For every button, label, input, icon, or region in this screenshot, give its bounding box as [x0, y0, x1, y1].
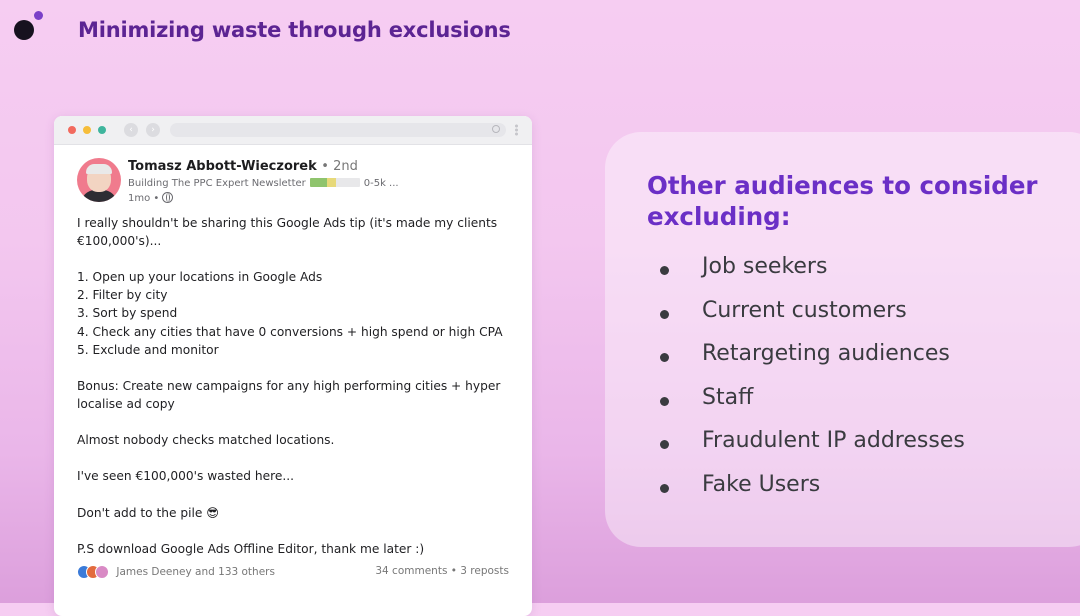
- author-name[interactable]: Tomasz Abbott-Wieczorek: [128, 159, 317, 174]
- browser-toolbar: ‹ ›: [54, 116, 532, 145]
- list-item: Fraudulent IP addresses: [657, 428, 965, 472]
- list-item: Retargeting audiences: [657, 341, 965, 385]
- post-line: €100,000's)...: [77, 234, 162, 249]
- post-body: I really shouldn't be sharing this Googl…: [77, 214, 517, 558]
- exclusions-panel: Other audiences to consider excluding: J…: [605, 132, 1080, 547]
- post-line: 1. Open up your locations in Google Ads: [77, 270, 323, 285]
- list-item: Job seekers: [657, 254, 965, 298]
- slide-title: Minimizing waste through exclusions: [78, 18, 511, 42]
- list-item-label: Retargeting audiences: [702, 341, 950, 367]
- close-window-button[interactable]: [68, 126, 76, 134]
- maximize-window-button[interactable]: [98, 126, 106, 134]
- comments-reposts[interactable]: 34 comments • 3 reposts: [375, 565, 509, 577]
- post-line: Almost nobody checks matched locations.: [77, 433, 335, 448]
- post-line: Bonus: Create new campaigns for any high…: [77, 378, 501, 393]
- connection-degree: • 2nd: [321, 159, 358, 174]
- social-counts: James Deeney and 133 others 34 comments …: [77, 565, 509, 579]
- list-item: Staff: [657, 385, 965, 429]
- headline-text: Building The PPC Expert Newsletter: [128, 178, 306, 189]
- browser-window: ‹ › Tomasz Abbott-Wieczorek • 2nd Buildi…: [54, 116, 532, 616]
- exclusion-list: Job seekers Current customers Retargeting …: [657, 254, 965, 516]
- post-line: I really shouldn't be sharing this Googl…: [77, 216, 498, 230]
- address-bar[interactable]: [170, 123, 506, 137]
- bullet-icon: [660, 396, 669, 406]
- list-item-label: Fake Users: [702, 471, 821, 497]
- minimize-window-button[interactable]: [83, 126, 91, 134]
- post-line: I've seen €100,000's wasted here...: [77, 469, 294, 484]
- headline-followers: 0-5k ...: [363, 178, 399, 189]
- post-meta: 1mo •: [128, 192, 174, 204]
- author-headline: Building The PPC Expert Newsletter 0-5k .…: [128, 178, 399, 189]
- post-line: 2. Filter by city: [77, 288, 168, 303]
- post-line: localise ad copy: [77, 396, 175, 411]
- globe-icon: [162, 192, 174, 203]
- search-icon: [492, 125, 500, 133]
- bullet-icon: [660, 440, 669, 450]
- list-item-label: Fraudulent IP addresses: [702, 428, 965, 454]
- bullet-icon: [660, 353, 669, 363]
- post-line: 3. Sort by spend: [77, 306, 178, 321]
- reactions-icon[interactable]: [77, 565, 113, 579]
- redacted-bar: [309, 178, 360, 187]
- post-time: 1mo •: [128, 193, 160, 204]
- post-line: Don't add to the pile 😎: [77, 505, 219, 520]
- back-arrow-icon[interactable]: ‹: [124, 123, 138, 137]
- bullet-icon: [660, 483, 669, 493]
- bullet-icon: [660, 266, 669, 275]
- post-line: 5. Exclude and monitor: [77, 342, 219, 357]
- list-item: Fake Users: [657, 472, 965, 516]
- list-item-label: Job seekers: [702, 254, 828, 279]
- post-line: P.S download Google Ads Offline Editor, …: [77, 541, 425, 556]
- panel-title: Other audiences to consider excluding:: [647, 171, 1038, 231]
- list-item: Current customers: [657, 298, 965, 342]
- avatar[interactable]: [77, 158, 121, 202]
- list-item-label: Staff: [702, 384, 754, 410]
- list-item-label: Current customers: [702, 297, 907, 323]
- post-line: 4. Check any cities that have 0 conversi…: [77, 324, 503, 339]
- brand-logo: [14, 10, 44, 40]
- more-options-icon[interactable]: [515, 124, 518, 136]
- forward-arrow-icon[interactable]: ›: [146, 123, 160, 137]
- reactions-text[interactable]: James Deeney and 133 others: [116, 566, 275, 578]
- bullet-icon: [660, 309, 669, 319]
